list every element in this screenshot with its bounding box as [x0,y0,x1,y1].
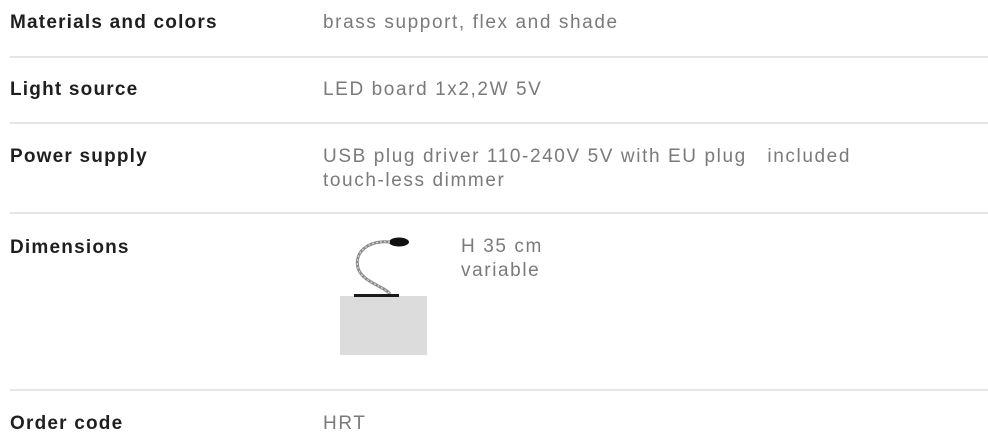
spec-value-power-supply-line2: touch-less dimmer [323,170,506,191]
dimensions-height: H 35 cm [461,236,543,257]
spec-label-materials: Materials and colors [10,12,218,33]
row-divider [10,122,988,124]
row-divider [10,212,988,214]
spec-label-power-supply: Power supply [10,146,148,167]
lamp-shade [389,237,409,247]
lamp-base-plate [354,294,399,297]
spec-label-light-source: Light source [10,79,139,100]
spec-label-order-code: Order code [10,413,124,434]
spec-value-materials: brass support, flex and shade [323,12,619,33]
dimensions-text: H 35 cm variable [461,235,543,283]
lamp-flex-arm-twist [356,241,391,295]
spec-value-order-code: HRT [323,413,367,434]
spec-label-dimensions: Dimensions [10,237,130,258]
lamp-drawing [354,237,409,297]
lamp-base-box [340,296,427,355]
dimensions-note: variable [461,260,541,281]
spec-value-light-source: LED board 1x2,2W 5V [323,79,543,100]
spec-value-power-supply-line1: USB plug driver 110-240V 5V with EU plug… [323,146,851,167]
desk-lamp-silhouette-icon [340,232,430,356]
row-divider [10,389,988,391]
spec-value-power-supply: USB plug driver 110-240V 5V with EU plug… [323,145,851,193]
row-divider [10,56,988,58]
